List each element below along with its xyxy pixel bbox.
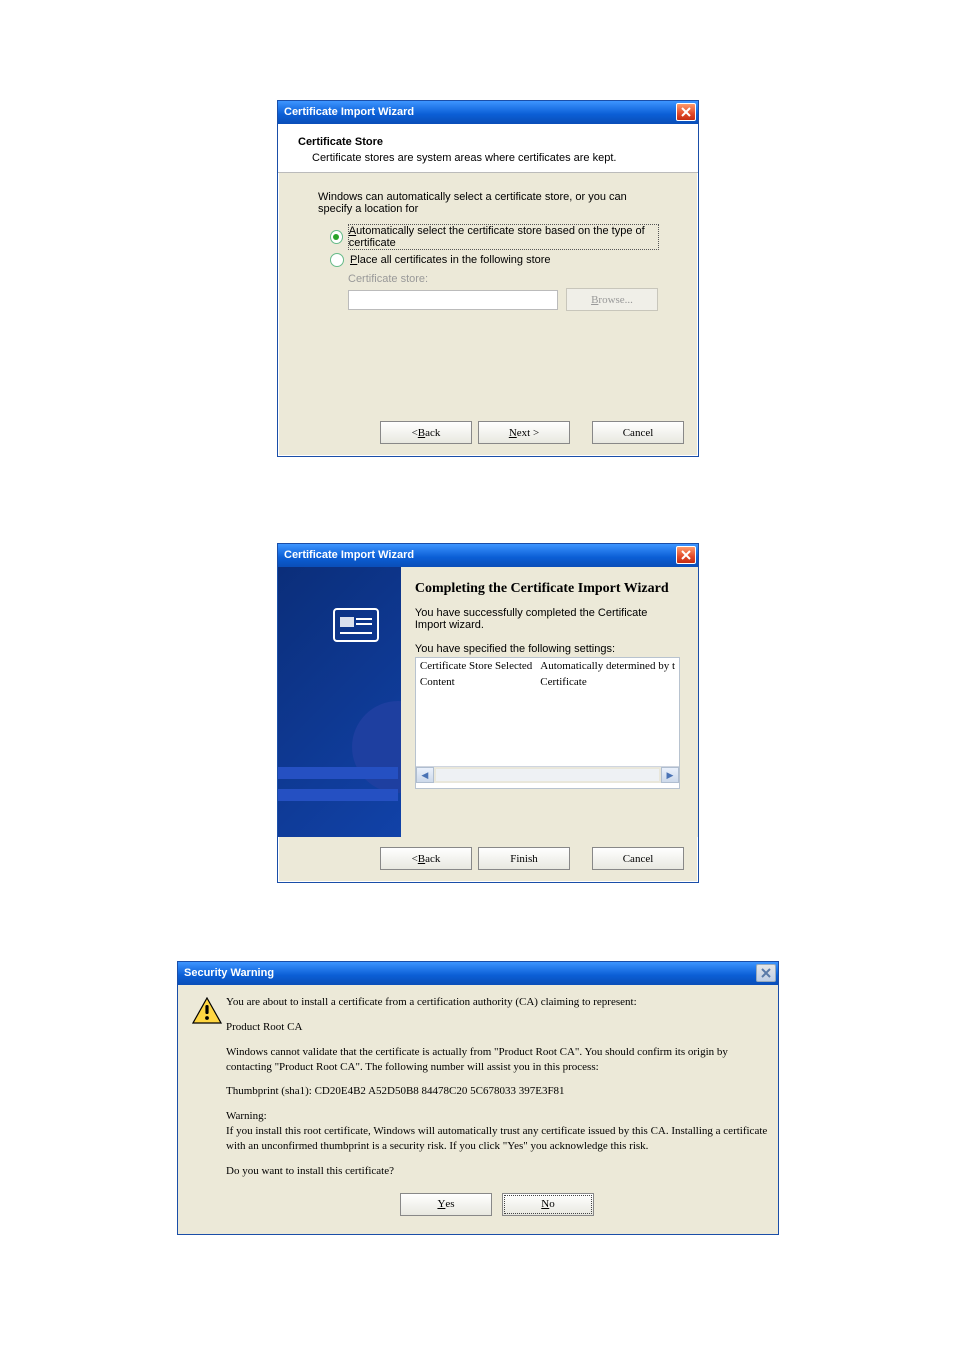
warning-icon	[188, 995, 226, 1226]
wizard-content: Completing the Certificate Import Wizard…	[401, 567, 698, 837]
wizard-banner	[278, 567, 401, 837]
cert-store-label: Certificate store:	[348, 273, 658, 285]
wizard-body: Completing the Certificate Import Wizard…	[278, 567, 698, 837]
warning-text: You are about to install a certificate f…	[226, 995, 768, 1226]
radio-auto-select[interactable]: Automatically select the certificate sto…	[330, 225, 658, 249]
window-title: Certificate Import Wizard	[284, 549, 414, 561]
titlebar[interactable]: Security Warning	[178, 962, 778, 985]
titlebar[interactable]: Certificate Import Wizard	[278, 544, 698, 567]
warning-button-row: Yes No	[226, 1189, 768, 1226]
settings-key: Content	[416, 674, 536, 690]
warning-line: You are about to install a certificate f…	[226, 995, 768, 1010]
warning-thumbprint: Thumbprint (sha1): CD20E4B2 A52D50B8 844…	[226, 1084, 768, 1099]
scroll-track[interactable]	[436, 769, 659, 781]
window-title: Certificate Import Wizard	[284, 106, 414, 118]
back-button[interactable]: < Back	[380, 421, 472, 444]
warning-line: Windows cannot validate that the certifi…	[226, 1045, 768, 1075]
back-button[interactable]: < Back	[380, 847, 472, 870]
warning-label: Warning:	[226, 1109, 768, 1124]
warning-question: Do you want to install this certificate?	[226, 1164, 768, 1179]
security-warning-dialog: Security Warning You are about to instal…	[177, 961, 779, 1235]
wizard-button-row: < Back Finish Cancel	[278, 837, 698, 882]
browse-button: Browse...	[566, 288, 658, 311]
horizontal-scrollbar[interactable]: ◀ ▶	[416, 766, 679, 783]
finish-button[interactable]: Finish	[478, 847, 570, 870]
scroll-right-icon[interactable]: ▶	[661, 767, 679, 783]
warning-line: If you install this root certificate, Wi…	[226, 1124, 768, 1154]
table-row: Content Certificate	[416, 674, 679, 690]
cert-store-subsection: Certificate store: Browse...	[348, 273, 658, 311]
wizard-body: Windows can automatically select a certi…	[278, 173, 698, 411]
radio-selected-icon	[330, 230, 343, 244]
titlebar[interactable]: Certificate Import Wizard	[278, 101, 698, 124]
radio-auto-label: Automatically select the certificate sto…	[349, 225, 658, 249]
success-text: You have successfully completed the Cert…	[415, 607, 680, 631]
close-icon[interactable]	[676, 546, 696, 564]
warning-body: You are about to install a certificate f…	[178, 985, 778, 1234]
settings-list: Certificate Store Selected Automatically…	[415, 657, 680, 789]
settings-key: Certificate Store Selected	[416, 658, 536, 674]
yes-button[interactable]: Yes	[400, 1193, 492, 1216]
close-icon[interactable]	[676, 103, 696, 121]
cancel-button[interactable]: Cancel	[592, 421, 684, 444]
no-button[interactable]: No	[502, 1193, 594, 1216]
window-title: Security Warning	[184, 967, 274, 979]
next-button[interactable]: Next >	[478, 421, 570, 444]
header-subtitle: Certificate stores are system areas wher…	[312, 152, 678, 164]
wizard-button-row: < Back Next > Cancel	[278, 411, 698, 456]
complete-title: Completing the Certificate Import Wizard	[415, 581, 680, 597]
settings-value: Certificate	[536, 674, 679, 690]
header-title: Certificate Store	[298, 136, 678, 148]
settings-value: Automatically determined by t	[536, 658, 679, 674]
radio-place-all[interactable]: Place all certificates in the following …	[330, 253, 658, 267]
cancel-button[interactable]: Cancel	[592, 847, 684, 870]
scroll-left-icon[interactable]: ◀	[416, 767, 434, 783]
cert-import-wizard-store-dialog: Certificate Import Wizard Certificate St…	[277, 100, 699, 457]
settings-intro: You have specified the following setting…	[415, 643, 680, 655]
table-row: Certificate Store Selected Automatically…	[416, 658, 679, 674]
wizard-header: Certificate Store Certificate stores are…	[278, 124, 698, 173]
cert-store-input	[348, 290, 558, 310]
close-icon[interactable]	[756, 964, 776, 982]
radio-unselected-icon	[330, 253, 344, 267]
settings-table: Certificate Store Selected Automatically…	[416, 658, 679, 690]
intro-text: Windows can automatically select a certi…	[318, 191, 658, 215]
warning-ca-name: Product Root CA	[226, 1020, 768, 1035]
cert-import-wizard-complete-dialog: Certificate Import Wizard Completing the…	[277, 543, 699, 883]
radio-place-label: Place all certificates in the following …	[350, 254, 551, 266]
